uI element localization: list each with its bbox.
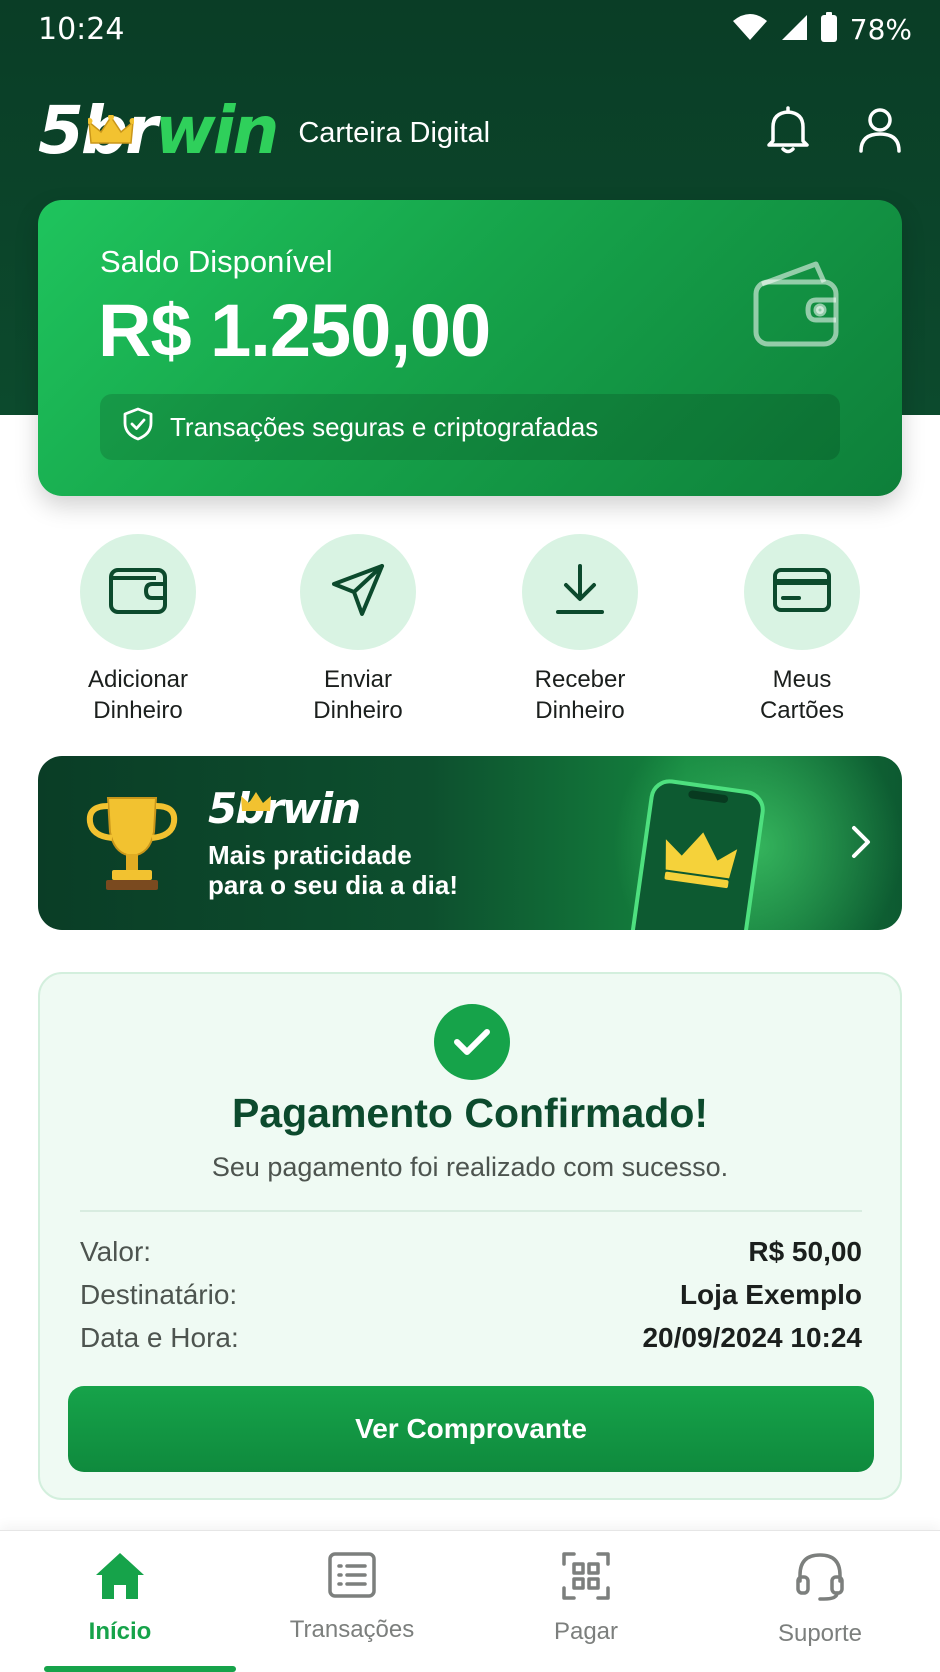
quick-actions: Adicionar Dinheiro Enviar Dinheiro Receber… [0, 534, 940, 724]
action-send-money-circle[interactable] [300, 534, 416, 650]
home-icon [94, 1551, 146, 1606]
check-circle-icon [434, 1004, 510, 1080]
wallet-icon [750, 256, 846, 357]
security-text: Transações seguras e criptografadas [170, 411, 599, 442]
action-add-money-label: Adicionar Dinheiro [87, 666, 189, 724]
battery-icon [820, 11, 838, 47]
action-my-cards-label: Meus Cartões [759, 666, 845, 724]
crown-icon [240, 774, 272, 823]
confirmation-subtitle: Seu pagamento foi realizado com sucesso. [211, 1152, 729, 1182]
security-banner: Transações seguras e criptografadas [100, 394, 840, 460]
qr-scan-icon [561, 1551, 611, 1606]
phone-icon [626, 775, 769, 930]
action-my-cards-circle[interactable] [744, 534, 860, 650]
payment-confirmation-card: Pagamento Confirmado! Seu pagamento foi … [38, 972, 902, 1500]
app-header: 5brwin Carteira Digital [38, 70, 904, 190]
action-receive-money-circle[interactable] [522, 534, 638, 650]
balance-value: R$ 1.250,00 [98, 289, 491, 372]
balance-label: Saldo Disponível [100, 244, 333, 279]
crown-icon [86, 86, 136, 163]
nav-label-home: Início [88, 1618, 152, 1645]
detail-row-recipient: Destinatário: Loja Exemplo [80, 1279, 862, 1311]
chevron-right-icon[interactable] [850, 824, 872, 865]
balance-card: Saldo Disponível R$ 1.250,00 Transações … [38, 200, 902, 496]
promo-logo: 5brwin [208, 784, 361, 833]
trophy-icon [82, 792, 182, 897]
promo-logo-text: 5brwin [208, 784, 361, 833]
header-subtitle: Carteira Digital [298, 116, 491, 149]
download-icon [554, 562, 606, 623]
header-actions [764, 106, 904, 154]
profile-user-icon[interactable] [856, 106, 904, 154]
battery-percentage: 78% [849, 12, 912, 46]
nav-label-support: Suporte [777, 1620, 863, 1647]
detail-row-amount: Valor: R$ 50,00 [80, 1236, 862, 1268]
logo-text-suffix: win [154, 91, 280, 169]
notification-bell-icon[interactable] [764, 106, 812, 154]
wallet-icon [108, 564, 168, 621]
action-send-money[interactable]: Enviar Dinheiro [258, 534, 458, 726]
action-send-money-label: Enviar Dinheiro [313, 666, 403, 724]
signal-icon [780, 13, 808, 46]
shield-check-icon [122, 407, 154, 448]
promo-banner[interactable]: 5brwin Mais praticidade para o seu dia a … [38, 756, 902, 930]
headset-icon [794, 1551, 846, 1608]
action-receive-money-label: Receber Dinheiro [534, 666, 626, 724]
status-indicators: 78% [732, 11, 912, 47]
action-receive-money[interactable]: Receber Dinheiro [480, 534, 680, 726]
active-tab-indicator [44, 1666, 236, 1672]
action-add-money[interactable]: Adicionar Dinheiro [38, 534, 238, 726]
send-icon [330, 562, 386, 623]
action-add-money-circle[interactable] [80, 534, 196, 650]
detail-value: 20/09/2024 10:24 [642, 1322, 862, 1353]
status-bar: 10:24 78% [0, 0, 940, 58]
detail-row-datetime: Data e Hora: 20/09/2024 10:24 [80, 1322, 862, 1354]
action-my-cards[interactable]: Meus Cartões [702, 534, 902, 726]
brand-logo[interactable]: 5brwin [38, 91, 280, 169]
detail-value: Loja Exemplo [679, 1279, 862, 1310]
wifi-icon [732, 13, 768, 46]
detail-value: R$ 50,00 [748, 1236, 862, 1267]
status-time: 10:24 [38, 11, 125, 47]
detail-label: Valor: [80, 1236, 152, 1267]
list-icon [327, 1551, 377, 1604]
view-receipt-button[interactable]: Ver Comprovante [68, 1386, 874, 1472]
nav-label-transactions: Transações [289, 1616, 415, 1643]
nav-item-support[interactable]: Suporte [720, 1551, 920, 1648]
nav-item-home[interactable]: Início [20, 1551, 220, 1646]
bottom-navigation: Início Transações Pagar Suporte [0, 1530, 940, 1672]
nav-item-pay[interactable]: Pagar [486, 1551, 686, 1646]
detail-label: Data e Hora: [80, 1322, 239, 1353]
detail-label: Destinatário: [80, 1279, 238, 1310]
nav-label-pay: Pagar [553, 1618, 619, 1645]
nav-item-transactions[interactable]: Transações [252, 1551, 452, 1644]
divider [80, 1210, 862, 1212]
promo-message: Mais praticidade para o seu dia a dia! [208, 840, 458, 900]
confirmation-title: Pagamento Confirmado! [231, 1090, 709, 1136]
card-icon [772, 567, 832, 618]
